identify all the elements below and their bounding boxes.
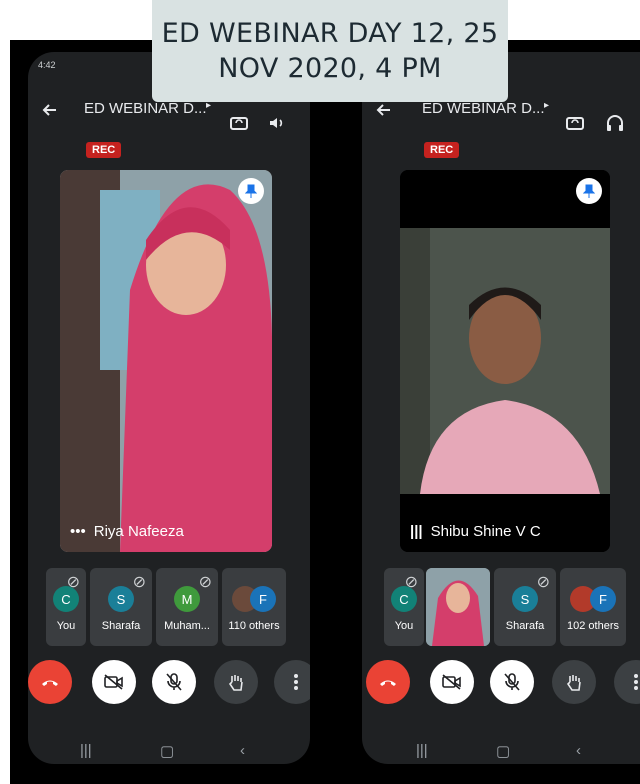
recording-badge: REC — [424, 142, 460, 158]
android-nav-bar: ||| ▢ ‹ — [362, 742, 640, 762]
speaker-icon[interactable] — [264, 110, 290, 136]
recents-icon[interactable]: ||| — [80, 742, 92, 759]
back-nav-icon[interactable]: ‹ — [576, 742, 581, 759]
avatar: M — [174, 586, 200, 612]
more-vert-icon — [634, 674, 638, 690]
mic-off-icon: ⊘ — [536, 574, 550, 591]
camera-toggle-button[interactable] — [92, 660, 136, 704]
meeting-header: ED WEBINAR D... ▸ — [362, 96, 640, 136]
switch-camera-icon[interactable] — [562, 110, 588, 136]
main-video-tile[interactable]: ••• Riya Nafeeza — [60, 170, 272, 552]
thumb-label: You — [394, 620, 414, 632]
avatar: S — [512, 586, 538, 612]
end-call-icon — [380, 680, 396, 686]
thumb-label: 102 others — [567, 620, 619, 632]
main-video-tile[interactable]: ||| Shibu Shine V C — [400, 170, 610, 552]
participant-thumb-others[interactable]: F 110 others — [222, 568, 286, 646]
recording-badge: REC — [86, 142, 122, 158]
avatar: C — [53, 586, 79, 612]
participant-video — [400, 170, 610, 552]
mic-off-icon — [504, 673, 520, 691]
thumb-label: 110 others — [228, 620, 280, 632]
mic-off-icon — [166, 673, 182, 691]
more-options-button[interactable] — [614, 660, 640, 704]
switch-camera-icon[interactable] — [226, 110, 252, 136]
thumb-label: Sharafa — [505, 620, 545, 632]
status-time: 4:42 — [38, 60, 56, 70]
camera-toggle-button[interactable] — [430, 660, 474, 704]
thumb-label: Muham... — [164, 620, 210, 632]
raise-hand-icon — [566, 675, 581, 691]
participant-thumb-muham[interactable]: ⊘ M Muham... — [156, 568, 218, 646]
mic-toggle-button[interactable] — [490, 660, 534, 704]
main-tile-name: ••• Riya Nafeeza — [70, 523, 184, 540]
mic-toggle-button[interactable] — [152, 660, 196, 704]
participant-name: Riya Nafeeza — [93, 523, 184, 540]
end-call-button[interactable] — [366, 660, 410, 704]
raise-hand-icon — [228, 675, 243, 691]
home-icon[interactable]: ▢ — [160, 742, 174, 760]
mic-off-icon: ⊘ — [198, 574, 212, 591]
camera-off-icon — [104, 674, 123, 690]
more-options-button[interactable] — [274, 660, 310, 704]
participant-thumb-sharafa[interactable]: ⊘ S Sharafa — [90, 568, 152, 646]
participant-thumb-sharafa[interactable]: ⊘ S Sharafa — [494, 568, 556, 646]
avatar: F — [590, 586, 616, 612]
android-nav-bar: ||| ▢ ‹ — [28, 742, 310, 762]
back-arrow-icon[interactable] — [42, 102, 58, 123]
participant-name: Shibu Shine V C — [430, 523, 541, 540]
participant-thumb-others[interactable]: F 102 others — [560, 568, 626, 646]
recents-icon[interactable]: ||| — [416, 742, 428, 759]
chevron-right-icon[interactable]: ▸ — [544, 100, 549, 111]
avatar: S — [108, 586, 134, 612]
meeting-title[interactable]: ED WEBINAR D... — [84, 100, 207, 117]
participant-video-thumbnail — [426, 568, 490, 646]
raise-hand-button[interactable] — [552, 660, 596, 704]
thumb-label: Sharafa — [101, 620, 141, 632]
pin-icon[interactable] — [576, 178, 602, 204]
pin-icon[interactable] — [238, 178, 264, 204]
participant-thumb-you[interactable]: ⊘ C You — [46, 568, 86, 646]
left-phone-screen: 4:42 ▪▪▪ ED WEBINAR D... ▸ REC ••• Riya … — [28, 52, 310, 764]
back-arrow-icon[interactable] — [376, 102, 392, 123]
back-nav-icon[interactable]: ‹ — [240, 742, 245, 759]
main-tile-name: ||| Shibu Shine V C — [410, 523, 541, 540]
raise-hand-button[interactable] — [214, 660, 258, 704]
home-icon[interactable]: ▢ — [496, 742, 510, 760]
avatar: F — [250, 586, 276, 612]
participant-video — [60, 170, 272, 552]
end-call-button[interactable] — [28, 660, 72, 704]
thumb-label: You — [56, 620, 76, 632]
caption-banner: ED WEBINAR DAY 12, 25 NOV 2020, 4 PM — [152, 0, 508, 102]
audio-level-icon: ||| — [410, 523, 423, 540]
participant-thumb-you[interactable]: ⊘ C You — [384, 568, 424, 646]
more-options-dots-icon[interactable]: ••• — [70, 523, 86, 540]
headphones-icon[interactable] — [602, 110, 628, 136]
more-vert-icon — [294, 674, 298, 690]
participant-thumb-video[interactable] — [426, 568, 490, 646]
right-phone-screen: ED WEBINAR D... ▸ REC ||| Shibu Shine V … — [362, 52, 640, 764]
avatar: C — [391, 586, 417, 612]
caption-line-1: ED WEBINAR DAY 12, 25 — [161, 18, 499, 49]
end-call-icon — [42, 680, 58, 686]
meeting-title[interactable]: ED WEBINAR D... — [422, 100, 545, 117]
camera-off-icon — [442, 674, 461, 690]
mic-off-icon: ⊘ — [132, 574, 146, 591]
caption-line-2: NOV 2020, 4 PM — [218, 53, 442, 84]
